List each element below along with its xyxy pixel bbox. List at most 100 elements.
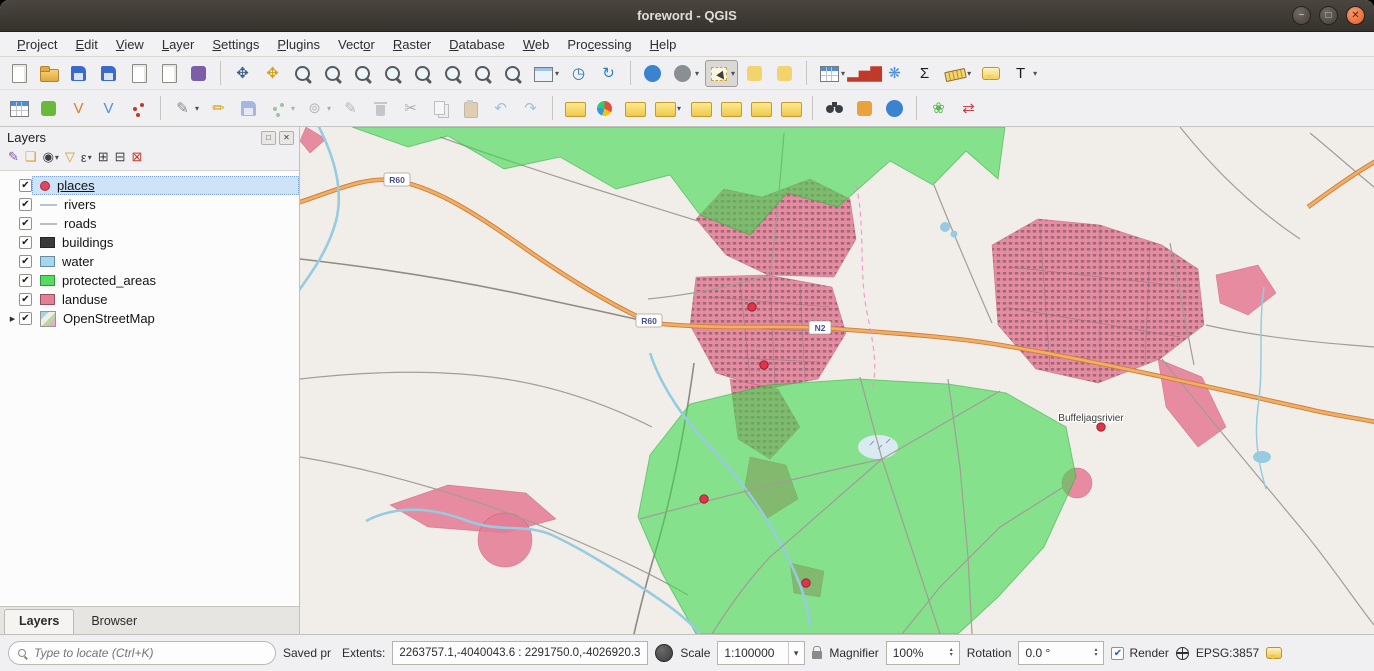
- filter-by-expression-dropdown-icon[interactable]: ▾: [88, 153, 92, 162]
- collapse-all-button[interactable]: ⊟: [113, 148, 128, 166]
- layer-body[interactable]: landuse: [32, 290, 299, 309]
- panel-tab-browser[interactable]: Browser: [76, 609, 152, 634]
- manage-map-themes-button[interactable]: ◉▾: [41, 148, 61, 166]
- layer-body[interactable]: OpenStreetMap: [32, 309, 299, 328]
- help-contents-button[interactable]: ?: [881, 95, 908, 122]
- select-features-dropdown-icon[interactable]: ▾: [731, 69, 735, 78]
- show-hide-labels-button[interactable]: abc: [687, 95, 714, 122]
- move-label-button[interactable]: abc: [717, 95, 744, 122]
- redo-button[interactable]: ↷: [517, 95, 544, 122]
- rotation-spin-arrows-icon[interactable]: ▴▾: [1094, 648, 1097, 658]
- layer-checkbox[interactable]: ✔: [19, 198, 32, 211]
- layer-item-buildings[interactable]: ✔buildings: [0, 233, 299, 252]
- crs-globe-icon[interactable]: [1176, 647, 1189, 660]
- data-source-manager-button[interactable]: [5, 95, 32, 122]
- layer-item-openstreetmap[interactable]: ▶✔OpenStreetMap: [0, 309, 299, 328]
- expand-all-button[interactable]: ⊞: [96, 148, 111, 166]
- layer-body[interactable]: water: [32, 252, 299, 271]
- options-button[interactable]: ❋: [881, 60, 908, 87]
- open-attribute-table-button[interactable]: ▾: [815, 60, 848, 87]
- render-checkbox[interactable]: ✔: [1111, 647, 1124, 660]
- new-virtual-layer-button[interactable]: V: [95, 95, 122, 122]
- panel-tab-layers[interactable]: Layers: [4, 609, 74, 634]
- undo-button[interactable]: ↶: [487, 95, 514, 122]
- remove-layer-button[interactable]: ⊠: [130, 148, 145, 166]
- pan-map-button[interactable]: ✥: [229, 60, 256, 87]
- layer-checkbox[interactable]: ✔: [19, 179, 32, 192]
- filter-by-expression-button[interactable]: ε▾: [79, 149, 94, 166]
- toggle-editing-button[interactable]: ✏: [205, 95, 232, 122]
- minimize-icon[interactable]: −: [1292, 6, 1311, 25]
- pin-unpin-labels-dropdown-icon[interactable]: ▾: [677, 104, 681, 113]
- save-layer-edits-button[interactable]: [235, 95, 262, 122]
- menu-view[interactable]: View: [107, 34, 153, 55]
- layer-item-roads[interactable]: ✔roads: [0, 214, 299, 233]
- python-console-button[interactable]: Py: [851, 95, 878, 122]
- magnifier-spin-arrows-icon[interactable]: ▴▾: [950, 648, 953, 658]
- style-manager-button[interactable]: ✦: [185, 60, 212, 87]
- plugin-tool-2-button[interactable]: ⇄: [955, 95, 982, 122]
- cut-features-button[interactable]: ✂: [397, 95, 424, 122]
- map-canvas[interactable]: R60 R60 N2 Buffeljagsrivier: [300, 127, 1374, 634]
- locate-box[interactable]: [8, 641, 276, 665]
- measure-dropdown-icon[interactable]: ▾: [967, 69, 971, 78]
- zoom-next-button[interactable]: ▸: [499, 60, 526, 87]
- modify-attributes-button[interactable]: ✎: [337, 95, 364, 122]
- digitize-feature-dropdown-icon[interactable]: ▾: [291, 104, 295, 113]
- new-print-layout-button[interactable]: ▤: [125, 60, 152, 87]
- menu-help[interactable]: Help: [641, 34, 686, 55]
- select-by-expression-button[interactable]: ε: [741, 60, 768, 87]
- expander-icon[interactable]: ▶: [6, 315, 19, 323]
- run-feature-action-button[interactable]: ▸▾: [669, 60, 702, 87]
- menu-vector[interactable]: Vector: [329, 34, 384, 55]
- messages-icon[interactable]: [1266, 647, 1282, 659]
- paste-features-button[interactable]: [457, 95, 484, 122]
- layer-item-protected_areas[interactable]: ✔protected_areas: [0, 271, 299, 290]
- layer-body[interactable]: protected_areas: [32, 271, 299, 290]
- text-annotation-button[interactable]: T▾: [1007, 60, 1040, 87]
- menu-edit[interactable]: Edit: [66, 34, 106, 55]
- zoom-native-button[interactable]: 1:1: [349, 60, 376, 87]
- panel-close-icon[interactable]: ✕: [279, 131, 294, 145]
- sum-features-button[interactable]: Σ: [911, 60, 938, 87]
- layer-body[interactable]: rivers: [32, 195, 299, 214]
- temporal-controller-button[interactable]: ◷: [565, 60, 592, 87]
- manage-map-themes-dropdown-icon[interactable]: ▾: [55, 153, 59, 162]
- rotation-spinner[interactable]: 0.0 ° ▴▾: [1018, 641, 1104, 665]
- scale-combo-arrow-icon[interactable]: ▾: [788, 642, 799, 664]
- save-project-as-button[interactable]: ✎: [95, 60, 122, 87]
- plugin-tool-1-button[interactable]: ❀: [925, 95, 952, 122]
- scale-combo[interactable]: 1:100000 ▾: [717, 641, 805, 665]
- maximize-icon[interactable]: □: [1319, 6, 1338, 25]
- menu-database[interactable]: Database: [440, 34, 514, 55]
- layer-item-water[interactable]: ✔water: [0, 252, 299, 271]
- menu-raster[interactable]: Raster: [384, 34, 440, 55]
- magnifier-spinner[interactable]: 100% ▴▾: [886, 641, 960, 665]
- select-features-button[interactable]: ▾: [705, 60, 738, 87]
- zoom-last-button[interactable]: ◂: [469, 60, 496, 87]
- layer-diagram-options-button[interactable]: [591, 95, 618, 122]
- menu-plugins[interactable]: Plugins: [268, 34, 329, 55]
- metasearch-button[interactable]: [821, 95, 848, 122]
- zoom-in-button[interactable]: +: [289, 60, 316, 87]
- show-layout-manager-button[interactable]: ≣: [155, 60, 182, 87]
- menu-web[interactable]: Web: [514, 34, 559, 55]
- layer-item-landuse[interactable]: ✔landuse: [0, 290, 299, 309]
- layer-checkbox[interactable]: ✔: [19, 293, 32, 306]
- layer-checkbox[interactable]: ✔: [19, 255, 32, 268]
- zoom-to-selection-button[interactable]: ▣: [409, 60, 436, 87]
- menu-processing[interactable]: Processing: [558, 34, 640, 55]
- refresh-map-button[interactable]: ↻: [595, 60, 622, 87]
- panel-float-icon[interactable]: □: [261, 131, 276, 145]
- layer-checkbox[interactable]: ✔: [19, 217, 32, 230]
- change-label-properties-button[interactable]: abc: [777, 95, 804, 122]
- layer-item-places[interactable]: ✔places: [0, 176, 299, 195]
- new-shapefile-layer-button[interactable]: V: [65, 95, 92, 122]
- pan-to-selection-button[interactable]: ✥: [259, 60, 286, 87]
- text-annotation-dropdown-icon[interactable]: ▾: [1033, 69, 1037, 78]
- new-memory-layer-button[interactable]: [125, 95, 152, 122]
- layer-item-rivers[interactable]: ✔rivers: [0, 195, 299, 214]
- new-map-view-dropdown-icon[interactable]: ▾: [555, 69, 559, 78]
- zoom-out-button[interactable]: −: [319, 60, 346, 87]
- layer-body[interactable]: buildings: [32, 233, 299, 252]
